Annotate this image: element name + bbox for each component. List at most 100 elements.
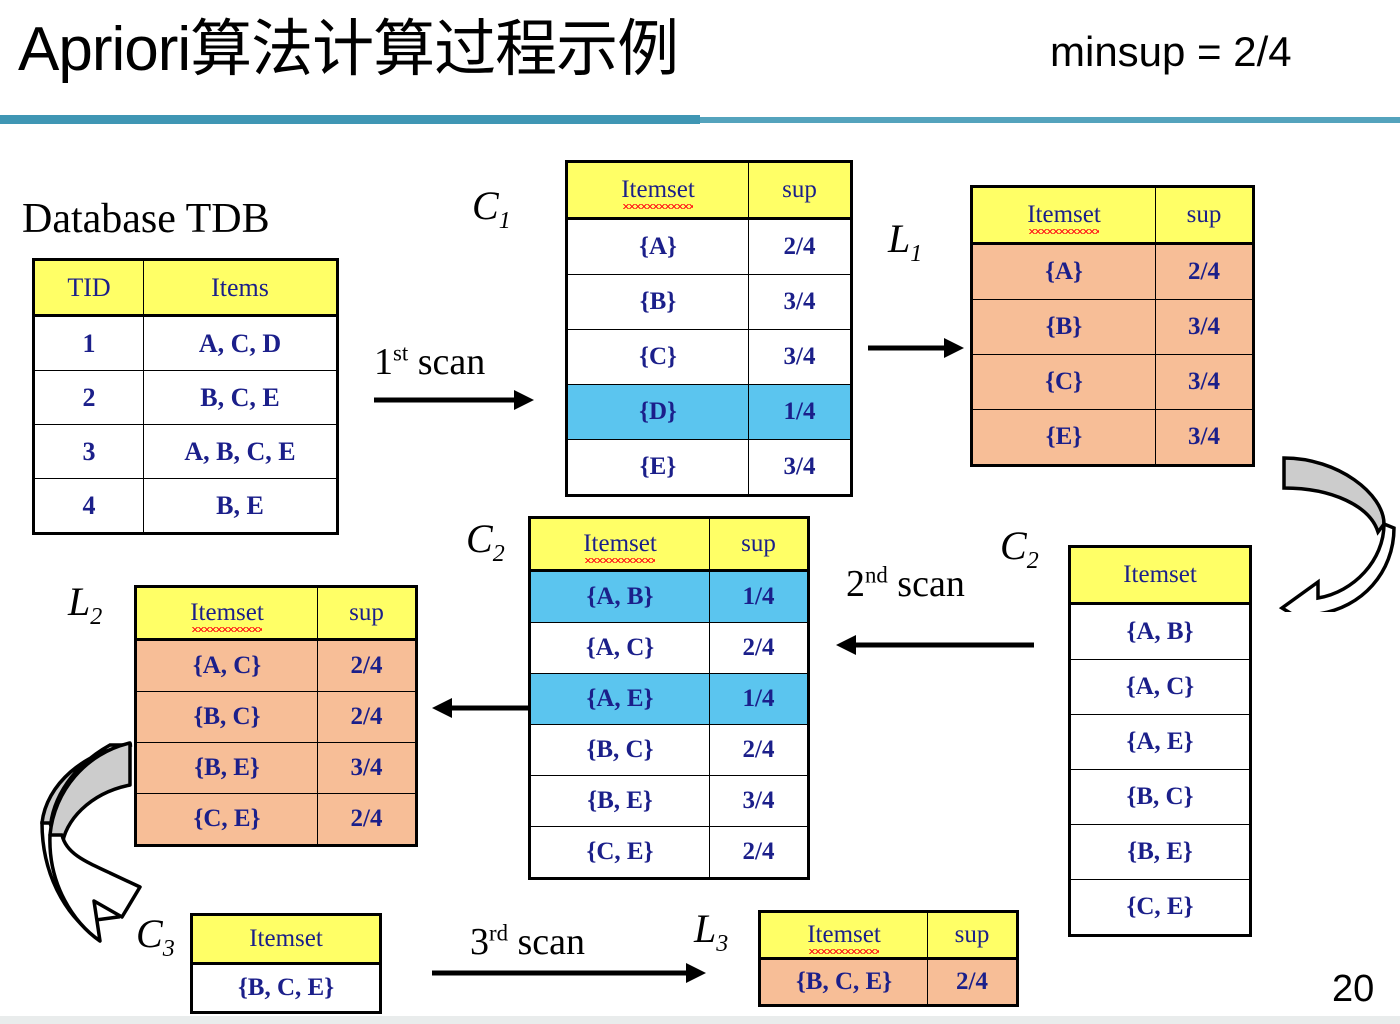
spellcheck-squiggle: Itemset (621, 175, 695, 209)
header-divider-left (0, 115, 700, 124)
table-row: {B} 3/4 (971, 299, 1254, 355)
cell-sup: 1/4 (709, 570, 809, 623)
third-scan-text: scan (517, 921, 586, 963)
c3-table: Itemset {B, C, E} (190, 913, 382, 1014)
table-row: {B, E} (1069, 824, 1251, 880)
table-row: {C, E} 2/4 (529, 826, 809, 879)
cell-itemset: {A} (566, 218, 749, 275)
first-scan-suffix: st (393, 340, 409, 366)
cell-itemset: {A} (971, 243, 1156, 300)
c1-label-subscript: 1 (498, 208, 511, 234)
c2-counted-table: Itemset sup {A, B} 1/4 {A, C} 2/4 {A, E}… (528, 516, 810, 880)
first-scan-label: 1st scan (374, 340, 485, 384)
l2-label-subscript: 2 (90, 604, 103, 630)
cell-sup: 3/4 (1155, 299, 1254, 355)
cell-itemset: {B} (566, 274, 749, 330)
table-row: {C} 3/4 (971, 354, 1254, 410)
third-scan-arrow (432, 963, 706, 983)
table-row: {C, E} 2/4 (135, 793, 417, 846)
c2-counted-label-letter: C (466, 516, 493, 561)
cell-items: A, C, D (143, 315, 338, 371)
cell-itemset: {D} (566, 384, 749, 440)
cell-itemset: {B, E} (529, 775, 710, 827)
first-scan-ordinal: 1 (374, 341, 393, 383)
cell-items: B, E (143, 478, 338, 534)
table-row: {A, E} (1069, 714, 1251, 770)
table-row: 4 B, E (33, 478, 338, 534)
second-scan-arrow (836, 635, 1034, 655)
column-header-sup: sup (927, 911, 1018, 960)
column-header-itemset: Itemset (1069, 546, 1251, 605)
c2-to-l2-arrow (432, 698, 528, 718)
c1-label: C1 (472, 182, 511, 235)
table-header-row: Itemset sup (529, 517, 809, 572)
third-scan-suffix: rd (489, 920, 508, 946)
column-header-sup: sup (709, 517, 809, 572)
table-row: {B, E} 3/4 (529, 775, 809, 827)
cell-itemset: {B, C, E} (191, 963, 381, 1013)
database-title: Database TDB (22, 196, 270, 242)
l3-table: Itemset sup {B, C, E} 2/4 (758, 910, 1019, 1007)
c2-counted-label: C2 (466, 515, 505, 568)
column-header-items: Items (143, 259, 338, 317)
cell-items: B, C, E (143, 370, 338, 425)
minsup-label: minsup = 2/4 (1050, 28, 1292, 75)
cell-sup: 2/4 (709, 622, 809, 674)
cell-itemset: {A, B} (529, 570, 710, 623)
cell-itemset: {A, C} (1069, 659, 1251, 715)
cell-sup: 3/4 (748, 274, 852, 330)
table-row: {B} 3/4 (566, 274, 852, 330)
c3-label-letter: C (136, 911, 163, 956)
cell-itemset: {C} (566, 329, 749, 385)
column-header-itemset: Itemset (566, 161, 749, 220)
header-divider-right (700, 117, 1400, 123)
table-row: {E} 3/4 (971, 409, 1254, 466)
second-scan-label: 2nd scan (846, 562, 965, 606)
table-header-row: Itemset sup (135, 586, 417, 641)
column-header-sup: sup (317, 586, 417, 641)
cell-sup: 2/4 (317, 793, 417, 846)
c2-candidates-label: C2 (1000, 522, 1039, 575)
table-row: {A, B} (1069, 603, 1251, 660)
cell-tid: 4 (33, 478, 144, 534)
column-header-itemset: Itemset (135, 586, 318, 641)
page-number: 20 (1332, 968, 1375, 1010)
table-row: {A} 2/4 (971, 243, 1254, 300)
c1-label-letter: C (472, 183, 499, 228)
column-header-itemset: Itemset (759, 911, 928, 960)
l1-label-subscript: 1 (910, 241, 923, 267)
cell-sup: 2/4 (927, 958, 1018, 1006)
cell-tid: 3 (33, 424, 144, 479)
column-header-tid: TID (33, 259, 144, 317)
cell-itemset: {A, E} (1069, 714, 1251, 770)
table-row: {A, C} (1069, 659, 1251, 715)
column-header-sup: sup (748, 161, 852, 220)
spellcheck-squiggle: Itemset (1027, 200, 1101, 234)
column-header-itemset: Itemset (971, 186, 1156, 245)
cell-sup: 3/4 (1155, 409, 1254, 466)
cell-sup: 1/4 (748, 384, 852, 440)
cell-itemset: {B, C, E} (759, 958, 928, 1006)
page-title: Apriori算法计算过程示例 (18, 15, 679, 84)
second-scan-suffix: nd (865, 562, 888, 588)
c2-counted-label-subscript: 2 (492, 541, 505, 567)
cell-itemset: {E} (566, 439, 749, 496)
c2-candidates-label-subscript: 2 (1026, 548, 1039, 574)
table-row: {B, C} 2/4 (135, 691, 417, 743)
cell-sup: 3/4 (709, 775, 809, 827)
table-row: {B, E} 3/4 (135, 742, 417, 794)
table-row: {C} 3/4 (566, 329, 852, 385)
table-header-row: Itemset (1069, 546, 1251, 605)
l2-label-letter: L (68, 579, 91, 624)
c3-label-subscript: 3 (162, 936, 175, 962)
cell-sup: 2/4 (709, 826, 809, 879)
table-row: 1 A, C, D (33, 315, 338, 371)
table-row: {C, E} (1069, 879, 1251, 936)
cell-sup: 2/4 (1155, 243, 1254, 300)
cell-itemset: {A, C} (529, 622, 710, 674)
first-scan-text: scan (417, 341, 486, 383)
cell-itemset: {A, C} (135, 639, 318, 692)
cell-sup: 2/4 (748, 218, 852, 275)
cell-itemset: {C} (971, 354, 1156, 410)
database-table: TID Items 1 A, C, D 2 B, C, E 3 A, B, C,… (32, 258, 339, 535)
